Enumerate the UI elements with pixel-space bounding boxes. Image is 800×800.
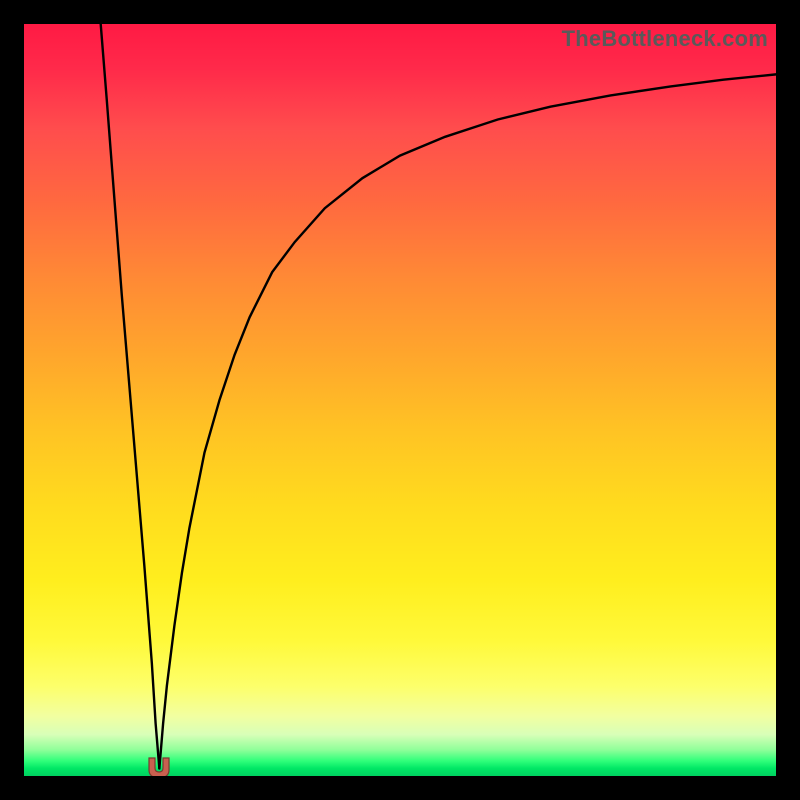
curve-left-branch (101, 24, 160, 768)
chart-frame: TheBottleneck.com (0, 0, 800, 800)
optimum-marker-icon (145, 756, 173, 776)
curve-right-branch (159, 74, 776, 768)
u-shape-icon (149, 758, 169, 776)
bottleneck-curve (24, 24, 776, 776)
plot-area: TheBottleneck.com (24, 24, 776, 776)
